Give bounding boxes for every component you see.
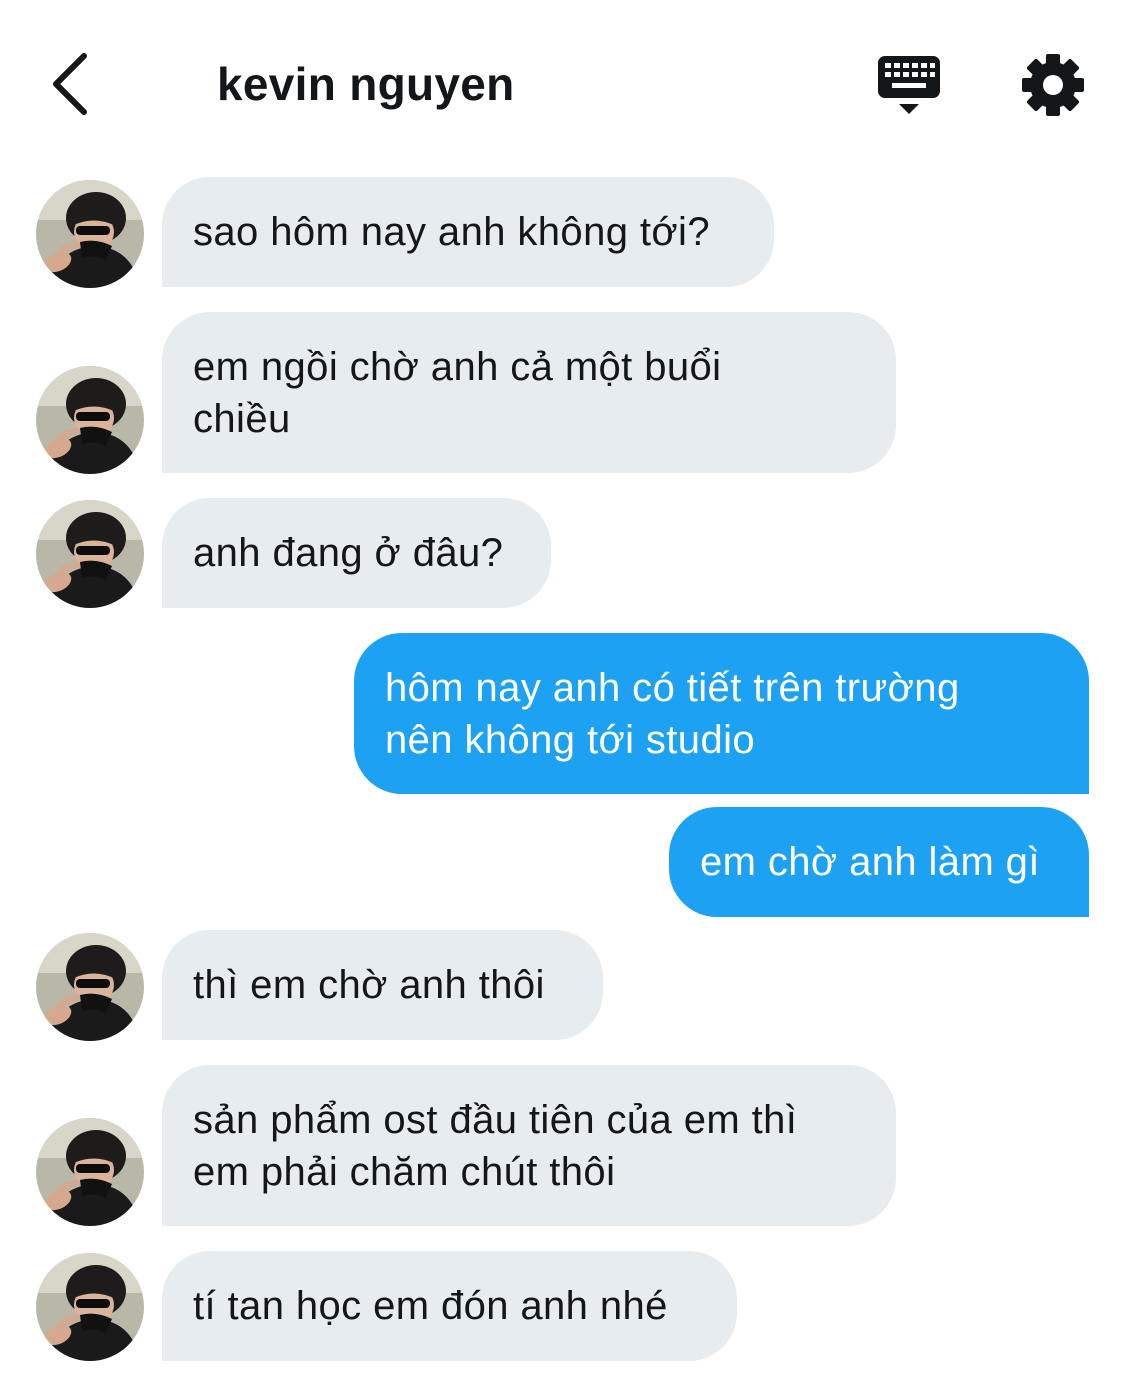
- incoming-message-bubble[interactable]: em ngồi chờ anh cả một buổi chiều: [162, 312, 896, 473]
- avatar[interactable]: [36, 933, 144, 1041]
- avatar-photo: [36, 500, 144, 608]
- avatar[interactable]: [36, 180, 144, 288]
- incoming-message-bubble[interactable]: thì em chờ anh thôi: [162, 930, 603, 1040]
- avatar[interactable]: [36, 500, 144, 608]
- avatar-photo: [36, 180, 144, 288]
- avatar[interactable]: [36, 1253, 144, 1361]
- settings-button[interactable]: [1020, 52, 1086, 118]
- avatar-photo: [36, 933, 144, 1041]
- avatar-photo: [36, 366, 144, 474]
- back-button[interactable]: [38, 48, 102, 120]
- keyboard-icon: [878, 56, 940, 114]
- avatar[interactable]: [36, 366, 144, 474]
- avatar-photo: [36, 1253, 144, 1361]
- incoming-message-bubble[interactable]: sản phẩm ost đầu tiên của em thì em phải…: [162, 1065, 896, 1226]
- avatar-photo: [36, 1118, 144, 1226]
- outgoing-message-bubble[interactable]: em chờ anh làm gì: [669, 807, 1089, 917]
- conversation-header: kevin nguyen: [0, 0, 1125, 160]
- gear-icon: [1022, 54, 1084, 116]
- incoming-message-bubble[interactable]: anh đang ở đâu?: [162, 498, 551, 608]
- conversation-title: kevin nguyen: [217, 58, 515, 110]
- chevron-left-icon: [53, 53, 87, 115]
- avatar[interactable]: [36, 1118, 144, 1226]
- outgoing-message-bubble[interactable]: hôm nay anh có tiết trên trường nên khôn…: [354, 633, 1089, 794]
- keyboard-button[interactable]: [872, 52, 946, 120]
- incoming-message-bubble[interactable]: tí tan học em đón anh nhé: [162, 1251, 737, 1361]
- incoming-message-bubble[interactable]: sao hôm nay anh không tới?: [162, 177, 774, 287]
